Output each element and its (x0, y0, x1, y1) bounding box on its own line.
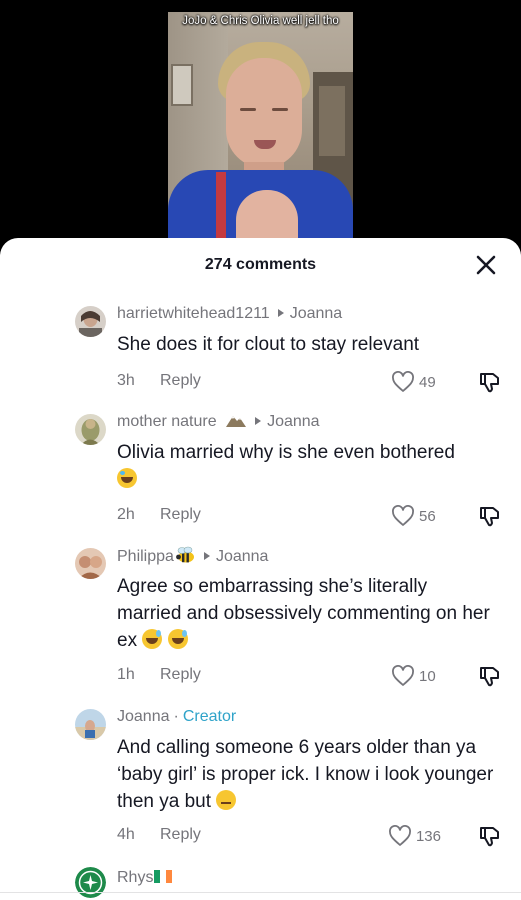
video-player[interactable]: JoJo & Chris Olivia well jell tho (0, 0, 521, 250)
comment-meta: Philippa Joanna (117, 546, 501, 566)
comment-meta: Rhys (117, 868, 501, 888)
creator-badge: Creator (182, 708, 237, 725)
rolling-laughing-emoji-icon (117, 468, 137, 488)
reply-arrow-icon (203, 552, 210, 560)
sweat-smile-emoji-icon (142, 629, 163, 649)
reply-to-username[interactable]: Joanna (290, 305, 343, 322)
like-count: 49 (419, 373, 436, 391)
comment-username[interactable]: harrietwhitehead1211 (117, 305, 270, 322)
dislike-button[interactable] (477, 664, 501, 688)
thumbs-down-icon (480, 507, 499, 527)
sweat-smile-emoji-icon (167, 629, 188, 649)
comment-username[interactable]: Rhys (117, 869, 153, 886)
dislike-button[interactable] (477, 370, 501, 394)
reply-arrow-icon (277, 309, 284, 317)
comment-text-content: And calling someone 6 years older than y… (117, 737, 494, 812)
comment-text: And calling someone 6 years older than y… (117, 734, 501, 815)
reply-to-username[interactable]: Joanna (216, 548, 269, 565)
heart-icon (392, 665, 414, 686)
comment-text: Olivia married why is she even bothered (117, 439, 501, 493)
comments-header: 274 comments (0, 238, 521, 292)
heart-icon (389, 825, 411, 846)
reply-button[interactable]: Reply (160, 506, 201, 524)
comment-time: 1h (117, 666, 135, 683)
comment-text: She does it for clout to stay relevant (117, 334, 420, 355)
heart-icon (392, 505, 414, 526)
avatar[interactable] (75, 414, 106, 445)
divider (0, 892, 521, 893)
dislike-button[interactable] (477, 504, 501, 528)
ireland-flag-icon (154, 870, 173, 883)
comment-time: 3h (117, 372, 135, 389)
avatar[interactable] (75, 548, 106, 579)
reply-to-username[interactable]: Joanna (267, 413, 320, 430)
like-button[interactable]: 136 (388, 824, 441, 848)
thumbs-down-icon (480, 827, 499, 847)
thumbs-down-icon (480, 373, 499, 393)
video-caption: JoJo & Chris Olivia well jell tho (182, 15, 339, 27)
heart-icon (392, 371, 414, 392)
reply-button[interactable]: Reply (160, 372, 201, 390)
avatar[interactable] (75, 306, 106, 337)
avatar[interactable] (75, 709, 106, 740)
comment-actions: 4h Reply 136 (117, 824, 501, 848)
comment-time: 4h (117, 826, 135, 843)
comment-meta: mother nature Joanna (117, 412, 501, 432)
comments-count-title: 274 comments (204, 256, 317, 273)
close-icon[interactable] (473, 252, 499, 278)
comments-sheet: 274 comments harrietwhitehead1211 Joanna … (0, 238, 521, 900)
video-thumbnail (168, 12, 353, 248)
dislike-button[interactable] (477, 824, 501, 848)
thumbs-down-icon (480, 667, 499, 687)
comment-time: 2h (117, 506, 135, 523)
comment-text: Agree so embarrassing she’s literally ma… (117, 573, 501, 654)
comment-actions: 1h Reply 10 (117, 664, 501, 688)
like-button[interactable]: 49 (391, 370, 441, 394)
reply-button[interactable]: Reply (160, 826, 201, 844)
neutral-face-emoji-icon (216, 790, 237, 810)
avatar[interactable] (75, 867, 106, 898)
like-button[interactable]: 10 (391, 664, 441, 688)
comment-actions: 3h Reply 49 (117, 370, 501, 394)
mountain-emoji-icon (226, 416, 247, 427)
reply-arrow-icon (255, 417, 262, 425)
comment-username[interactable]: Philippa (117, 548, 174, 565)
like-count: 56 (419, 507, 436, 525)
comment-username[interactable]: Joanna (117, 708, 170, 725)
comment-meta: harrietwhitehead1211 Joanna (117, 304, 501, 324)
comment-meta: Joanna · Creator (117, 708, 237, 725)
like-count: 136 (415, 827, 441, 845)
reply-button[interactable]: Reply (160, 666, 201, 684)
like-button[interactable]: 56 (391, 504, 441, 528)
comment-username[interactable]: mother nature (117, 413, 217, 430)
comment-text-content: Olivia married why is she even bothered (117, 442, 455, 463)
like-count: 10 (419, 667, 436, 685)
bee-emoji-icon (176, 546, 194, 563)
comment-actions: 2h Reply 56 (117, 504, 501, 528)
